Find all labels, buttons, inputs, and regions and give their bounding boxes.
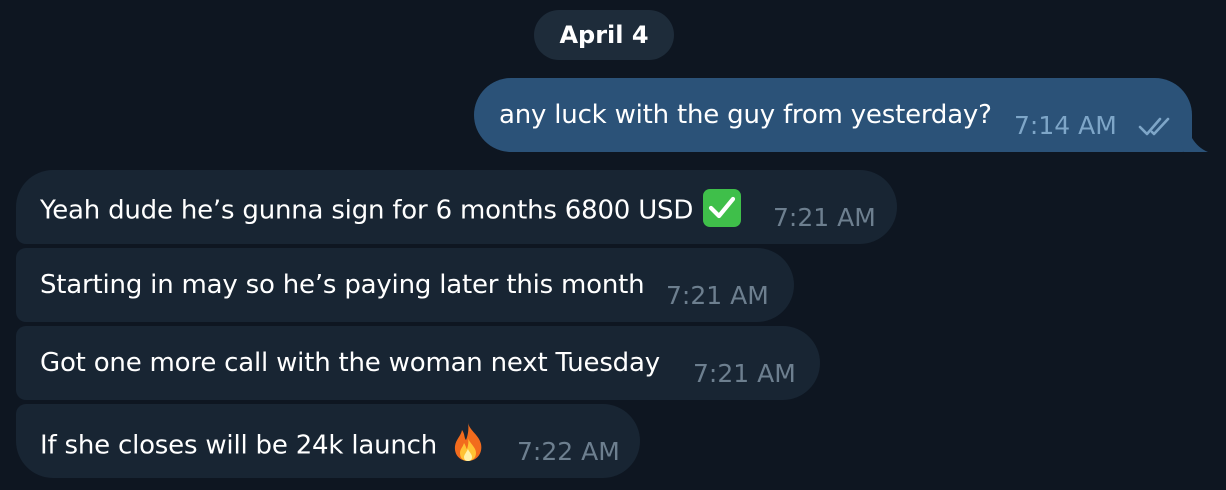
date-separator: April 4: [534, 10, 674, 60]
message-time: 7:21 AM: [666, 281, 769, 310]
message-text: Got one more call with the woman next Tu…: [40, 348, 660, 378]
message-incoming[interactable]: Starting in may so he’s paying later thi…: [16, 248, 794, 322]
message-incoming[interactable]: Got one more call with the woman next Tu…: [16, 326, 820, 400]
message-text: any luck with the guy from yesterday?: [499, 100, 992, 130]
message-text: Starting in may so he’s paying later thi…: [40, 270, 645, 300]
date-separator-label: April 4: [559, 21, 649, 49]
message-time: 7:22 AM: [517, 437, 620, 466]
message-incoming[interactable]: If she closes will be 24k launch 7:22 AM: [16, 404, 640, 478]
fire-emoji: [454, 423, 482, 461]
white-check-mark-emoji: [703, 189, 742, 227]
message-time: 7:14 AM: [1014, 111, 1117, 140]
message-time: 7:21 AM: [693, 359, 796, 388]
message-text: Yeah dude he’s gunna sign for 6 months 6…: [40, 189, 742, 230]
bubble-tail: [1180, 138, 1208, 152]
message-outgoing[interactable]: any luck with the guy from yesterday? 7:…: [474, 78, 1192, 152]
message-incoming[interactable]: Yeah dude he’s gunna sign for 6 months 6…: [16, 170, 897, 244]
message-time: 7:21 AM: [773, 203, 876, 232]
message-text: If she closes will be 24k launch: [40, 423, 485, 466]
double-check-icon: [1138, 117, 1170, 136]
